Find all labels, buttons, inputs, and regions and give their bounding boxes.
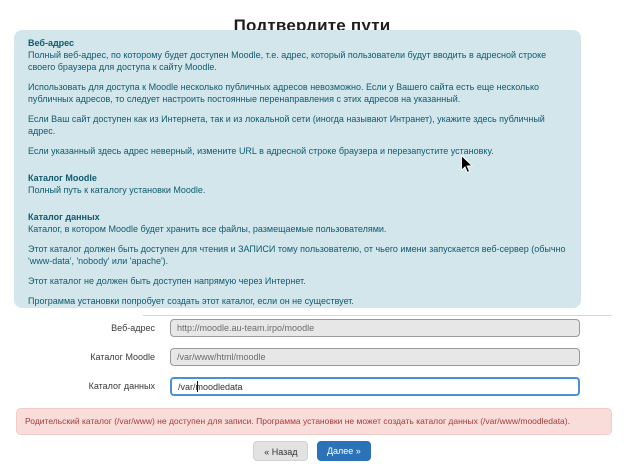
- info-heading-moodle-directory: Каталог Moodle: [28, 172, 567, 184]
- info-paragraph: Если Ваш сайт доступен как из Интернета,…: [28, 113, 567, 137]
- info-heading-data-directory: Каталог данных: [28, 211, 567, 223]
- error-message: Родительский каталог (/var/www) не досту…: [25, 416, 570, 426]
- info-section-web-address: Веб-адрес Полный веб-адрес, по которому …: [28, 37, 567, 157]
- form-row-moodle-directory: Каталог Moodle: [0, 348, 612, 367]
- info-paragraph: Программа установки попробует создать эт…: [28, 295, 567, 307]
- mouse-pointer-icon: [460, 155, 473, 174]
- info-paragraph: Этот каталог должен быть доступен для чт…: [28, 243, 567, 267]
- web-address-input[interactable]: [170, 319, 580, 337]
- data-directory-label: Каталог данных: [0, 377, 155, 396]
- info-heading-web-address: Веб-адрес: [28, 37, 567, 49]
- paths-info-alert: Веб-адрес Полный веб-адрес, по которому …: [14, 30, 581, 308]
- form-buttons: « Назад Далее »: [0, 441, 624, 461]
- info-paragraph: Каталог, в котором Moodle будет хранить …: [28, 223, 567, 235]
- info-section-data-directory: Каталог данных Каталог, в котором Moodle…: [28, 211, 567, 307]
- web-address-label: Веб-адрес: [0, 319, 155, 338]
- info-paragraph: Полный веб-адрес, по которому будет дост…: [28, 49, 567, 73]
- back-button[interactable]: « Назад: [253, 441, 308, 461]
- text-caret: [197, 381, 198, 392]
- info-paragraph: Если указанный здесь адрес неверный, изм…: [28, 145, 567, 157]
- form-divider: [143, 315, 612, 316]
- error-alert: Родительский каталог (/var/www) не досту…: [16, 408, 612, 435]
- moodle-directory-label: Каталог Moodle: [0, 348, 155, 367]
- data-directory-input[interactable]: [170, 377, 580, 396]
- moodle-directory-input[interactable]: [170, 348, 580, 366]
- info-paragraph: Полный путь к каталогу установки Moodle.: [28, 184, 567, 196]
- form-row-web-address: Веб-адрес: [0, 319, 612, 338]
- next-button[interactable]: Далее »: [317, 441, 371, 461]
- info-paragraph: Этот каталог не должен быть доступен нап…: [28, 275, 567, 287]
- form-row-data-directory: Каталог данных: [0, 377, 612, 396]
- info-section-moodle-directory: Каталог Moodle Полный путь к каталогу ус…: [28, 172, 567, 196]
- info-paragraph: Использовать для доступа к Moodle нескол…: [28, 81, 567, 105]
